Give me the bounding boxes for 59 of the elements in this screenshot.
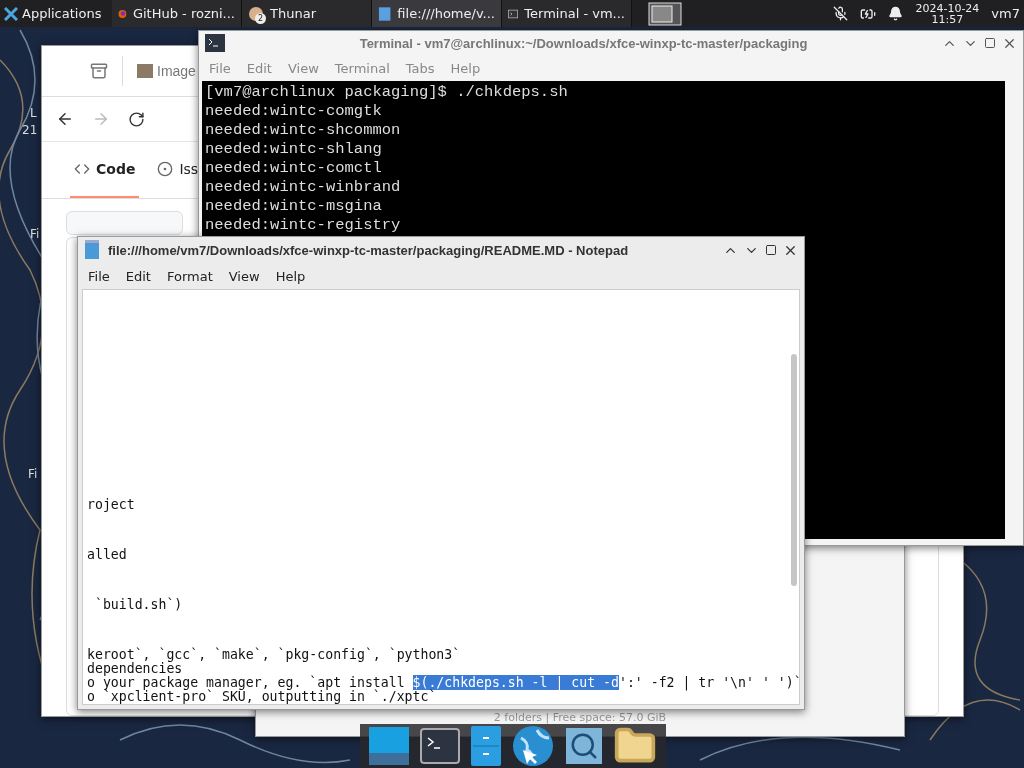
- status-text: 2 folders | Free space: 57.0 GiB: [493, 712, 667, 724]
- muted-icon[interactable]: [833, 6, 849, 21]
- issue-icon: [157, 161, 174, 177]
- terminal-icon: [205, 34, 225, 52]
- text-line: alled: [87, 548, 127, 562]
- window-title: file:///home/vm7/Downloads/xfce-winxp-tc-master/packaging/README.MD - Notepad: [108, 242, 629, 258]
- window-title: Terminal - vm7@archlinux:~/Downloads/xfce-winxp-tc-master/packaging: [358, 35, 809, 51]
- maximize-icon[interactable]: [984, 37, 996, 49]
- text-line: dependencies: [87, 662, 183, 676]
- window-count-badge: 2: [255, 13, 266, 24]
- globe-icon[interactable]: [511, 724, 556, 768]
- terminal-line: needed:wintc-winbrand: [205, 178, 401, 197]
- repo-tab[interactable]: Code: [70, 142, 140, 198]
- desktop-icon-label: 21: [22, 123, 38, 137]
- taskbar-button[interactable]: 2 Thunar: [242, 0, 372, 27]
- menu-item[interactable]: Format: [160, 266, 219, 286]
- notepad-icon: [84, 240, 100, 260]
- desktop-icon-label: Fi: [28, 467, 38, 481]
- text-line: o `xpclient-pro` SKU, outputting in `./xptc`: [87, 690, 437, 704]
- user-name[interactable]: vm7: [991, 6, 1020, 21]
- clock[interactable]: 2024-10-24 11:57: [915, 2, 980, 25]
- taskbar-button[interactable]: file:///home/v...: [372, 0, 502, 27]
- taskbar-button[interactable]: Terminal - vm...: [502, 0, 632, 27]
- terminal-line: needed:wintc-shlang: [205, 140, 382, 159]
- search-icon[interactable]: [565, 728, 602, 764]
- text-line: `build.sh`): [93, 598, 183, 612]
- back-icon[interactable]: [56, 110, 74, 128]
- menu-item[interactable]: File: [82, 266, 116, 286]
- text-line: keroot`, `gcc`, `make`, `pkg-config`, `python3`: [87, 648, 461, 662]
- applications-menu[interactable]: Applications: [0, 6, 112, 21]
- desktop-icon-label: Fi: [30, 227, 40, 241]
- desktop-icon-label: L: [30, 106, 37, 120]
- menu-item[interactable]: View: [222, 266, 266, 286]
- workspace-switcher-icon[interactable]: [648, 1, 682, 26]
- terminal-line: needed:wintc-comgtk: [205, 102, 382, 121]
- menu-item[interactable]: Help: [269, 266, 312, 286]
- terminal-line: needed:wintc-registry: [205, 216, 401, 235]
- terminal-line: needed:wintc-comctl: [205, 159, 382, 178]
- repo-tab[interactable]: Iss: [153, 142, 203, 198]
- text-line: roject: [87, 498, 135, 512]
- terminal-line: [vm7@archlinux packaging]$ ./chkdeps.sh: [205, 83, 568, 102]
- archive-icon[interactable]: [90, 62, 108, 80]
- notification-icon[interactable]: [888, 6, 904, 21]
- scrollbar-thumb[interactable]: [791, 354, 797, 586]
- code-icon: [74, 161, 90, 177]
- xfce-logo-icon: [4, 6, 18, 21]
- text-line: o your package manager, eg. `apt install $(./chkdeps.sh -l | cut -d':' -f2 | tr '\n' ' ')`: [87, 676, 799, 690]
- notepad-icon: [378, 5, 392, 22]
- terminal-line: needed:wintc-msgina: [205, 197, 382, 216]
- browser-tab[interactable]: Image: [157, 63, 196, 79]
- reload-icon[interactable]: [128, 110, 145, 128]
- menu-item[interactable]: Edit: [119, 266, 157, 286]
- image-icon: [137, 64, 153, 78]
- taskbar-button[interactable]: GitHub - rozni...: [112, 0, 242, 27]
- file-cabinet-icon[interactable]: [470, 726, 501, 766]
- terminal-icon[interactable]: [420, 728, 460, 764]
- maximize-icon[interactable]: [765, 244, 777, 256]
- terminal-line: needed:wintc-shcommon: [205, 121, 401, 140]
- desktop-icon[interactable]: [369, 727, 410, 765]
